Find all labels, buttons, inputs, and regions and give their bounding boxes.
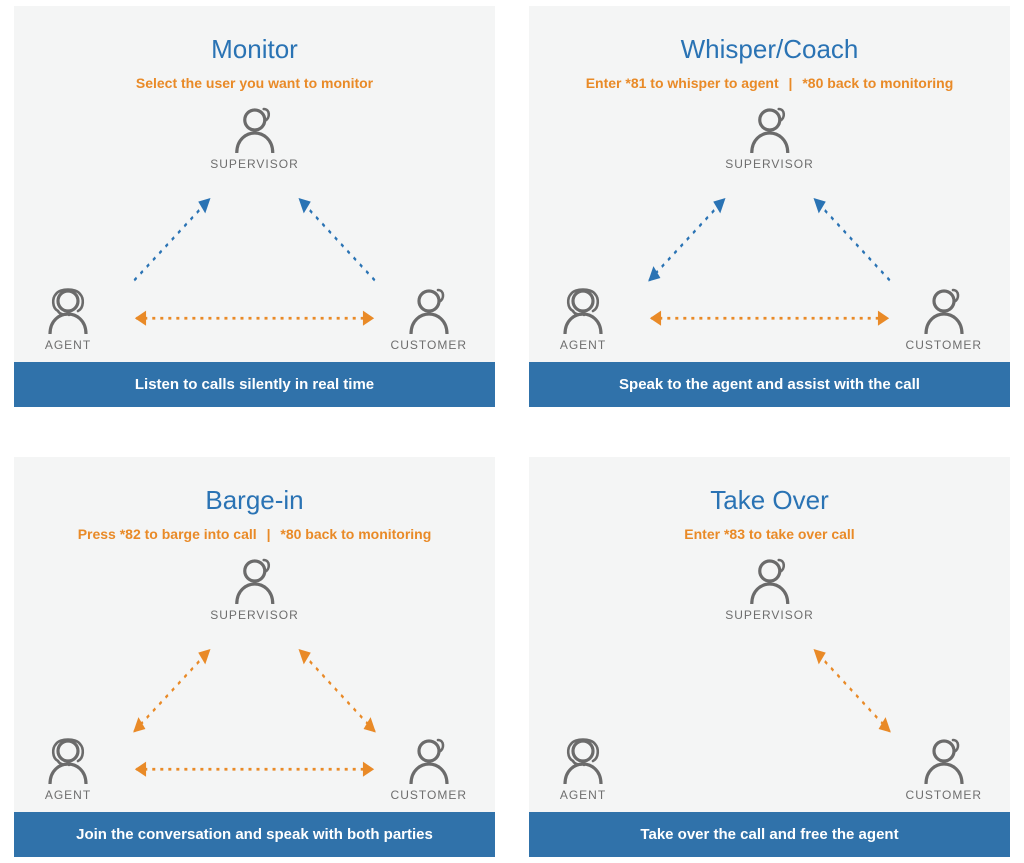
node-supervisor: SUPERVISOR [725,103,813,171]
diagram-barge: SUPERVISOR AGENT CUSTOMER [14,542,495,813]
node-agent: AGENT [557,284,609,352]
customer-icon [403,284,455,336]
customer-icon [918,734,970,786]
role-label: AGENT [560,788,606,802]
card-title: Barge-in [205,485,303,516]
role-label: CUSTOMER [906,338,982,352]
card-footer: Speak to the agent and assist with the c… [529,362,1010,407]
supervisor-icon [229,103,281,155]
subtitle-divider: | [261,526,277,542]
card-subtitle: Press *82 to barge into call | *80 back … [68,526,442,542]
sub-b: *80 back to monitoring [802,75,953,91]
customer-icon [918,284,970,336]
customer-icon [403,734,455,786]
role-label: CUSTOMER [391,788,467,802]
supervisor-icon [744,554,796,606]
role-label: SUPERVISOR [210,608,298,622]
role-label: SUPERVISOR [210,157,298,171]
agent-icon [557,734,609,786]
sub-a: Enter *81 to whisper to agent [586,75,779,91]
card-barge: Barge-in Press *82 to barge into call | … [14,457,495,858]
card-footer: Listen to calls silently in real time [14,362,495,407]
card-title: Monitor [211,34,298,65]
feature-grid: Monitor Select the user you want to moni… [14,6,1010,857]
card-subtitle: Enter *81 to whisper to agent | *80 back… [576,75,964,91]
agent-icon [42,284,94,336]
node-supervisor: SUPERVISOR [725,554,813,622]
supervisor-icon [229,554,281,606]
sub-a: Press *82 to barge into call [78,526,257,542]
card-whisper: Whisper/Coach Enter *81 to whisper to ag… [529,6,1010,407]
node-agent: AGENT [42,734,94,802]
node-supervisor: SUPERVISOR [210,554,298,622]
node-customer: CUSTOMER [391,284,467,352]
diagram-takeover: SUPERVISOR AGENT CUSTOMER [529,542,1010,813]
agent-icon [42,734,94,786]
card-footer: Join the conversation and speak with bot… [14,812,495,857]
role-label: SUPERVISOR [725,157,813,171]
node-agent: AGENT [557,734,609,802]
card-monitor: Monitor Select the user you want to moni… [14,6,495,407]
card-subtitle: Enter *83 to take over call [674,526,864,542]
agent-icon [557,284,609,336]
node-customer: CUSTOMER [391,734,467,802]
node-supervisor: SUPERVISOR [210,103,298,171]
card-title: Take Over [710,485,829,516]
role-label: AGENT [45,338,91,352]
card-title: Whisper/Coach [681,34,859,65]
role-label: CUSTOMER [391,338,467,352]
diagram-whisper: SUPERVISOR AGENT CUSTOMER [529,91,1010,362]
role-label: AGENT [45,788,91,802]
role-label: CUSTOMER [906,788,982,802]
card-subtitle: Select the user you want to monitor [126,75,383,91]
card-footer: Take over the call and free the agent [529,812,1010,857]
role-label: AGENT [560,338,606,352]
supervisor-icon [744,103,796,155]
role-label: SUPERVISOR [725,608,813,622]
subtitle-divider: | [783,75,799,91]
node-agent: AGENT [42,284,94,352]
card-takeover: Take Over Enter *83 to take over call SU… [529,457,1010,858]
node-customer: CUSTOMER [906,734,982,802]
sub-b: *80 back to monitoring [280,526,431,542]
diagram-monitor: SUPERVISOR AGENT CUSTOMER [14,91,495,362]
node-customer: CUSTOMER [906,284,982,352]
